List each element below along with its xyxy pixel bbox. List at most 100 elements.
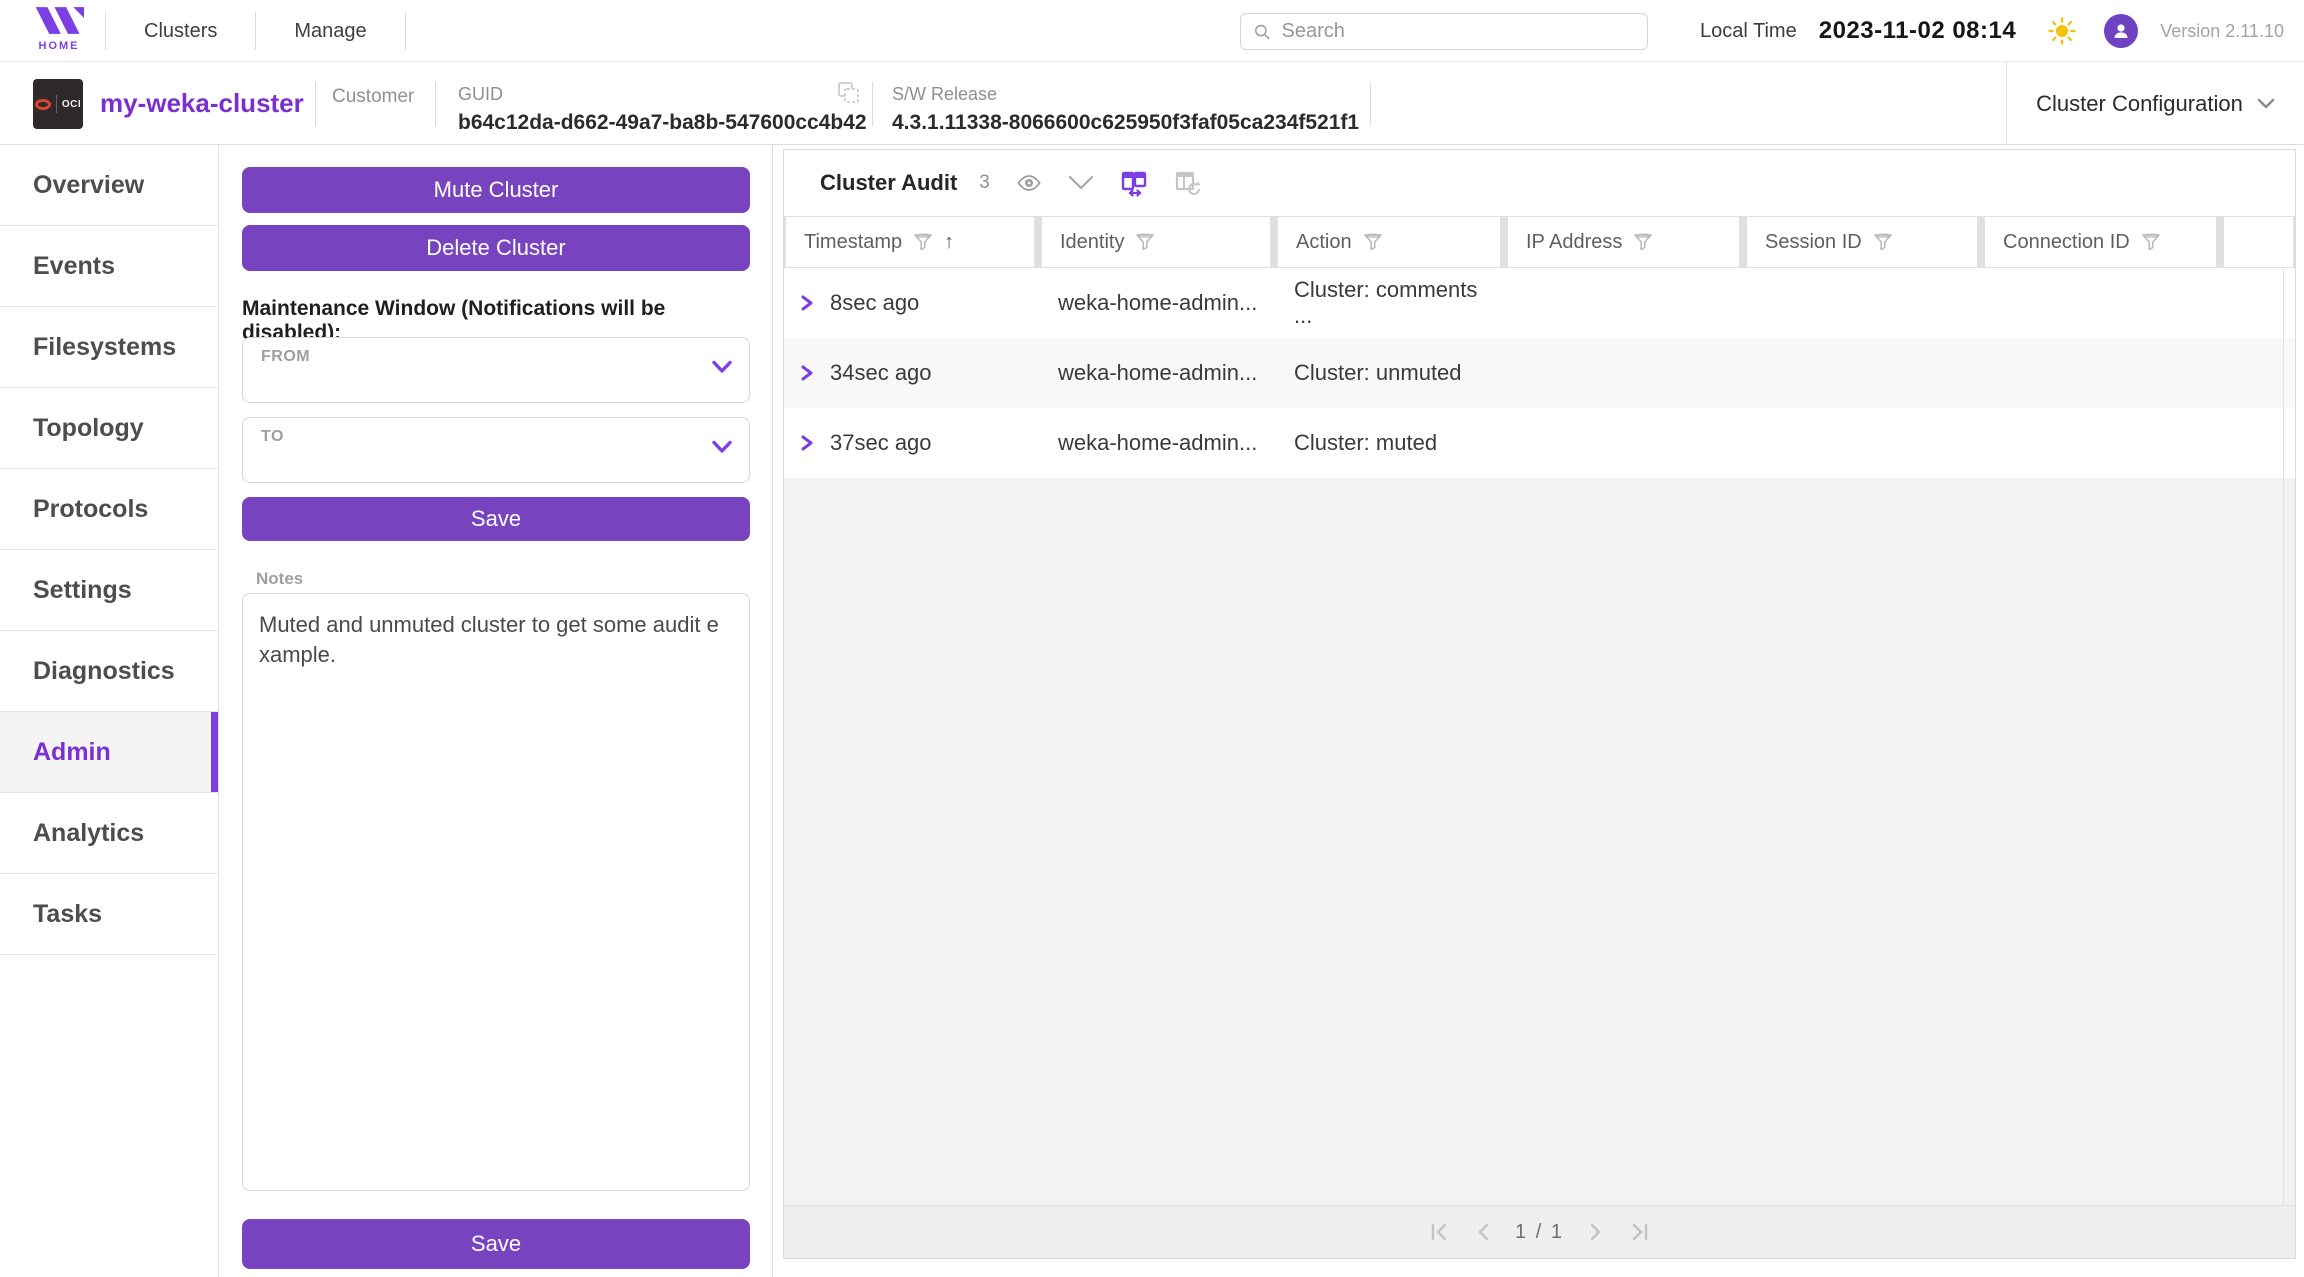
sidebar-item-label: Filesystems xyxy=(33,333,176,362)
cell-action: Cluster: muted xyxy=(1276,408,1498,478)
cell-text: weka-home-admin... xyxy=(1058,360,1257,386)
sidebar-item-settings[interactable]: Settings xyxy=(0,550,218,631)
delete-cluster-button[interactable]: Delete Cluster xyxy=(242,225,750,271)
audit-table-header: Timestamp↑ Identity Action IP AddressSessio… xyxy=(784,216,2295,268)
column-header-label: Action xyxy=(1296,231,1352,254)
logo-home-label: HOME xyxy=(33,40,85,52)
nav-item-clusters[interactable]: Clusters xyxy=(106,0,255,62)
sidebar-item-protocols[interactable]: Protocols xyxy=(0,469,218,550)
cell-empty xyxy=(2222,338,2295,408)
audit-table-row[interactable]: 37sec agoweka-home-admin...Cluster: mute… xyxy=(784,408,2295,478)
search-icon xyxy=(1253,22,1272,42)
cluster-configuration-dropdown[interactable]: Cluster Configuration xyxy=(2006,62,2304,145)
divider xyxy=(56,95,57,113)
cell-ip xyxy=(1506,408,1737,478)
sidebar-item-label: Overview xyxy=(33,171,144,200)
filter-funnel-icon[interactable] xyxy=(1632,231,1654,253)
notes-textarea[interactable] xyxy=(242,593,750,1191)
reset-columns-icon[interactable] xyxy=(1174,169,1202,197)
first-page-button[interactable] xyxy=(1429,1222,1451,1242)
chevron-down-icon xyxy=(711,440,733,454)
audit-pagination: 1 / 1 xyxy=(784,1205,2295,1258)
filter-funnel-icon[interactable] xyxy=(1134,231,1156,253)
nav-item-manage[interactable]: Manage xyxy=(256,0,404,62)
cell-text: Cluster: comments ... xyxy=(1294,277,1498,329)
divider xyxy=(872,82,873,126)
oci-label: OCI xyxy=(62,99,81,110)
sidebar-item-overview[interactable]: Overview xyxy=(0,145,218,226)
mute-cluster-button[interactable]: Mute Cluster xyxy=(242,167,750,213)
top-bar: HOME Clusters Manage Local Time 2023-11-… xyxy=(0,0,2304,62)
sidebar: Overview Events Filesystems Topology Protoco… xyxy=(0,145,219,1277)
theme-toggle-sun-icon[interactable] xyxy=(2048,17,2076,45)
cluster-audit-panel: Cluster Audit 3 xyxy=(783,149,2296,1259)
expand-row-chevron-icon[interactable] xyxy=(800,434,814,452)
copy-guid-icon[interactable] xyxy=(836,80,862,111)
search-input[interactable] xyxy=(1282,20,1636,43)
sw-release-block: S/W Release 4.3.1.11338-8066600c625950f3… xyxy=(892,84,1359,135)
last-page-button[interactable] xyxy=(1628,1222,1650,1242)
column-header-timestamp[interactable]: Timestamp↑ xyxy=(786,217,1034,267)
save-notes-button[interactable]: Save xyxy=(242,1219,750,1269)
sidebar-item-label: Topology xyxy=(33,414,144,443)
audit-table-body: 8sec agoweka-home-admin...Cluster: comme… xyxy=(784,268,2295,1205)
column-header-empty xyxy=(2224,217,2293,267)
filter-funnel-icon[interactable] xyxy=(2140,231,2162,253)
user-icon xyxy=(2111,21,2131,41)
divider xyxy=(772,145,773,1277)
from-label: FROM xyxy=(261,348,310,366)
expand-row-chevron-icon[interactable] xyxy=(800,294,814,312)
sidebar-item-events[interactable]: Events xyxy=(0,226,218,307)
column-header-label: Identity xyxy=(1060,231,1124,254)
column-header-identity[interactable]: Identity xyxy=(1042,217,1270,267)
user-avatar[interactable] xyxy=(2104,14,2138,48)
filter-funnel-icon[interactable] xyxy=(1872,231,1894,253)
audit-table-row[interactable]: 8sec agoweka-home-admin...Cluster: comme… xyxy=(784,268,2295,338)
save-maintenance-window-button[interactable]: Save xyxy=(242,497,750,541)
cell-text: 37sec ago xyxy=(830,430,932,456)
column-header-action[interactable]: Action xyxy=(1278,217,1500,267)
cell-action: Cluster: unmuted xyxy=(1276,338,1498,408)
sidebar-item-label: Events xyxy=(33,252,115,281)
collapse-chevron-down-icon[interactable] xyxy=(1068,175,1094,191)
divider xyxy=(435,82,436,126)
expand-row-chevron-icon[interactable] xyxy=(800,364,814,382)
column-header-session-id[interactable]: Session ID xyxy=(1747,217,1977,267)
maintenance-from-select[interactable]: FROM xyxy=(242,337,750,403)
filter-funnel-icon[interactable] xyxy=(1362,231,1384,253)
search-box[interactable] xyxy=(1240,13,1648,50)
admin-panel: Mute Cluster Delete Cluster Maintenance … xyxy=(242,145,750,1277)
notes-label: Notes xyxy=(256,569,303,589)
cluster-configuration-label: Cluster Configuration xyxy=(2036,91,2243,117)
next-page-button[interactable] xyxy=(1588,1222,1604,1242)
fit-columns-icon[interactable] xyxy=(1120,169,1148,197)
maintenance-to-select[interactable]: TO xyxy=(242,417,750,483)
cell-identity: weka-home-admin... xyxy=(1040,268,1268,338)
weka-home-logo[interactable]: HOME xyxy=(33,7,85,52)
guid-block: GUID b64c12da-d662-49a7-ba8b-547600cc4b4… xyxy=(458,84,867,135)
audit-table-row[interactable]: 34sec agoweka-home-admin...Cluster: unmu… xyxy=(784,338,2295,408)
sidebar-item-filesystems[interactable]: Filesystems xyxy=(0,307,218,388)
to-label: TO xyxy=(261,428,284,446)
column-header-ip-address[interactable]: IP Address xyxy=(1508,217,1739,267)
column-header-connection-id[interactable]: Connection ID xyxy=(1985,217,2216,267)
cluster-header-bar: OCI my-weka-cluster Customer GUID b64c12… xyxy=(0,62,2304,145)
previous-page-button[interactable] xyxy=(1475,1222,1491,1242)
divider xyxy=(405,12,406,50)
sidebar-item-analytics[interactable]: Analytics xyxy=(0,793,218,874)
sidebar-item-admin[interactable]: Admin xyxy=(0,712,218,793)
weka-home-app: HOME Clusters Manage Local Time 2023-11-… xyxy=(0,0,2304,1277)
scrollbar-track[interactable] xyxy=(2283,268,2284,1205)
chevron-down-icon xyxy=(711,360,733,374)
sidebar-item-diagnostics[interactable]: Diagnostics xyxy=(0,631,218,712)
visibility-eye-icon[interactable] xyxy=(1016,170,1042,196)
sw-release-value: 4.3.1.11338-8066600c625950f3faf05ca234f5… xyxy=(892,111,1359,135)
cell-ip xyxy=(1506,268,1737,338)
sidebar-item-tasks[interactable]: Tasks xyxy=(0,874,218,955)
cluster-name: my-weka-cluster xyxy=(100,88,304,119)
filter-funnel-icon[interactable] xyxy=(912,231,934,253)
sort-ascending-icon[interactable]: ↑ xyxy=(944,231,954,254)
sidebar-item-topology[interactable]: Topology xyxy=(0,388,218,469)
cell-connection xyxy=(1983,408,2214,478)
page-indicator: 1 / 1 xyxy=(1515,1221,1564,1244)
